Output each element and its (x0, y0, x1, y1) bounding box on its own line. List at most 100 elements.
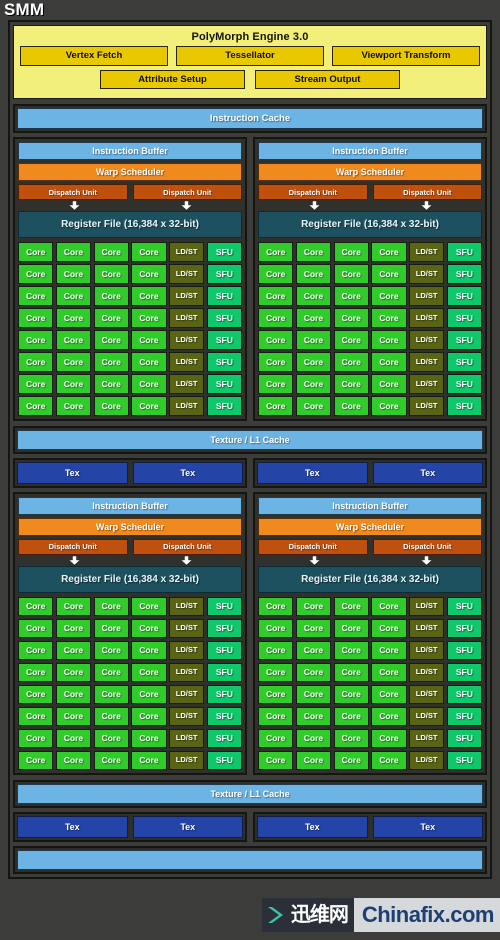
core-unit[interactable]: Core (333, 684, 369, 704)
ldst-unit[interactable]: LD/ST (169, 728, 205, 748)
sfu-unit[interactable]: SFU (206, 352, 242, 372)
core-unit[interactable]: Core (333, 662, 369, 682)
core-unit[interactable]: Core (295, 728, 331, 748)
core-unit[interactable]: Core (18, 264, 54, 284)
core-unit[interactable]: Core (295, 640, 331, 660)
core-unit[interactable]: Core (131, 242, 167, 262)
ldst-unit[interactable]: LD/ST (409, 640, 445, 660)
ldst-unit[interactable]: LD/ST (169, 242, 205, 262)
core-unit[interactable]: Core (18, 286, 54, 306)
core-unit[interactable]: Core (18, 640, 54, 660)
core-unit[interactable]: Core (93, 330, 129, 350)
core-unit[interactable]: Core (131, 618, 167, 638)
register-file[interactable]: Register File (16,384 x 32-bit) (258, 565, 482, 593)
core-unit[interactable]: Core (371, 330, 407, 350)
core-unit[interactable]: Core (258, 662, 294, 682)
core-unit[interactable]: Core (371, 374, 407, 394)
dispatch-unit-1[interactable]: Dispatch Unit (372, 538, 482, 555)
ldst-unit[interactable]: LD/ST (169, 286, 205, 306)
instruction-cache[interactable]: Instruction Cache (17, 108, 483, 129)
core-unit[interactable]: Core (55, 330, 91, 350)
core-unit[interactable]: Core (295, 706, 331, 726)
core-unit[interactable]: Core (18, 684, 54, 704)
tex-unit-2[interactable]: Tex (257, 816, 368, 838)
core-unit[interactable]: Core (93, 728, 129, 748)
ldst-unit[interactable]: LD/ST (169, 750, 205, 770)
sfu-unit[interactable]: SFU (206, 640, 242, 660)
core-unit[interactable]: Core (55, 640, 91, 660)
core-unit[interactable]: Core (258, 728, 294, 748)
polymorph-vertex-fetch[interactable]: Vertex Fetch (20, 46, 168, 66)
core-unit[interactable]: Core (371, 308, 407, 328)
core-unit[interactable]: Core (258, 396, 294, 416)
core-unit[interactable]: Core (18, 308, 54, 328)
sfu-unit[interactable]: SFU (446, 352, 482, 372)
core-unit[interactable]: Core (295, 308, 331, 328)
sfu-unit[interactable]: SFU (206, 330, 242, 350)
ldst-unit[interactable]: LD/ST (409, 286, 445, 306)
core-unit[interactable]: Core (18, 706, 54, 726)
core-unit[interactable]: Core (333, 750, 369, 770)
polymorph-tessellator[interactable]: Tessellator (176, 46, 324, 66)
core-unit[interactable]: Core (333, 396, 369, 416)
core-unit[interactable]: Core (295, 750, 331, 770)
core-unit[interactable]: Core (258, 264, 294, 284)
core-unit[interactable]: Core (371, 684, 407, 704)
core-unit[interactable]: Core (333, 286, 369, 306)
texture-l1-cache-top[interactable]: Texture / L1 Cache (17, 429, 483, 450)
core-unit[interactable]: Core (333, 728, 369, 748)
register-file[interactable]: Register File (16,384 x 32-bit) (258, 211, 482, 238)
sfu-unit[interactable]: SFU (446, 286, 482, 306)
core-unit[interactable]: Core (93, 750, 129, 770)
ldst-unit[interactable]: LD/ST (169, 352, 205, 372)
sfu-unit[interactable]: SFU (206, 706, 242, 726)
core-unit[interactable]: Core (333, 308, 369, 328)
ldst-unit[interactable]: LD/ST (409, 662, 445, 682)
ldst-unit[interactable]: LD/ST (169, 706, 205, 726)
core-unit[interactable]: Core (371, 596, 407, 616)
sfu-unit[interactable]: SFU (206, 596, 242, 616)
dispatch-unit-1[interactable]: Dispatch Unit (372, 184, 482, 200)
core-unit[interactable]: Core (55, 352, 91, 372)
core-unit[interactable]: Core (333, 618, 369, 638)
core-unit[interactable]: Core (18, 662, 54, 682)
core-unit[interactable]: Core (258, 330, 294, 350)
ldst-unit[interactable]: LD/ST (169, 374, 205, 394)
core-unit[interactable]: Core (131, 396, 167, 416)
core-unit[interactable]: Core (93, 352, 129, 372)
core-unit[interactable]: Core (55, 308, 91, 328)
core-unit[interactable]: Core (371, 264, 407, 284)
core-unit[interactable]: Core (371, 706, 407, 726)
core-unit[interactable]: Core (93, 374, 129, 394)
tex-unit-0[interactable]: Tex (17, 461, 128, 484)
core-unit[interactable]: Core (131, 264, 167, 284)
dispatch-unit-1[interactable]: Dispatch Unit (132, 184, 242, 200)
core-unit[interactable]: Core (55, 684, 91, 704)
texture-l1-cache-bottom[interactable]: Texture / L1 Cache (17, 784, 483, 804)
sfu-unit[interactable]: SFU (206, 374, 242, 394)
ldst-unit[interactable]: LD/ST (409, 308, 445, 328)
sfu-unit[interactable]: SFU (206, 618, 242, 638)
core-unit[interactable]: Core (371, 640, 407, 660)
core-unit[interactable]: Core (258, 596, 294, 616)
instruction-buffer[interactable]: Instruction Buffer (258, 496, 482, 515)
warp-scheduler[interactable]: Warp Scheduler (258, 517, 482, 536)
ldst-unit[interactable]: LD/ST (169, 662, 205, 682)
core-unit[interactable]: Core (333, 330, 369, 350)
sfu-unit[interactable]: SFU (446, 396, 482, 416)
instruction-buffer[interactable]: Instruction Buffer (258, 142, 482, 160)
ldst-unit[interactable]: LD/ST (409, 396, 445, 416)
dispatch-unit-0[interactable]: Dispatch Unit (258, 538, 368, 555)
core-unit[interactable]: Core (93, 286, 129, 306)
core-unit[interactable]: Core (131, 684, 167, 704)
core-unit[interactable]: Core (333, 242, 369, 262)
sfu-unit[interactable]: SFU (206, 242, 242, 262)
core-unit[interactable]: Core (131, 640, 167, 660)
sfu-unit[interactable]: SFU (206, 286, 242, 306)
core-unit[interactable]: Core (371, 662, 407, 682)
core-unit[interactable]: Core (55, 286, 91, 306)
core-unit[interactable]: Core (93, 706, 129, 726)
ldst-unit[interactable]: LD/ST (169, 618, 205, 638)
sfu-unit[interactable]: SFU (446, 662, 482, 682)
core-unit[interactable]: Core (295, 662, 331, 682)
